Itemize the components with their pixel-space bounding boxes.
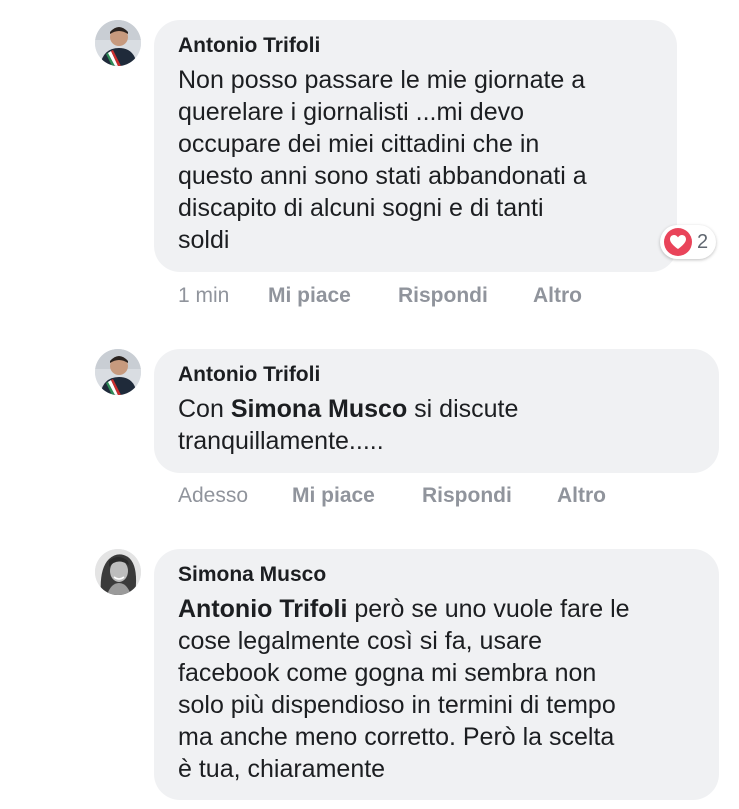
reaction-summary[interactable]: 2 bbox=[660, 225, 717, 259]
comment-text-line: facebook come gogna mi sembra non bbox=[178, 659, 597, 687]
reply-button[interactable]: Rispondi bbox=[398, 284, 488, 308]
comment-author[interactable]: Antonio Trifoli bbox=[178, 34, 653, 58]
more-button[interactable]: Altro bbox=[533, 284, 582, 308]
text-suffix: si discute bbox=[407, 395, 519, 423]
comment-bubble: Antonio Trifoli Non posso passare le mie… bbox=[154, 20, 677, 272]
heart-icon bbox=[664, 228, 692, 256]
user-avatar-icon bbox=[95, 349, 141, 395]
comment-text-line: soldi bbox=[178, 226, 230, 254]
user-avatar-icon bbox=[95, 549, 141, 595]
comment-text-line: ma anche meno corretto. Però la scelta bbox=[178, 723, 615, 751]
comment-text-line: questo anni sono stati abbandonati a bbox=[178, 162, 587, 190]
comment-text: Antonio Trifoli però se uno vuole fare l… bbox=[178, 593, 695, 785]
user-avatar-icon bbox=[95, 20, 141, 66]
avatar[interactable] bbox=[95, 349, 141, 395]
comment-timestamp: Adesso bbox=[178, 484, 249, 507]
comment-author[interactable]: Simona Musco bbox=[178, 563, 695, 587]
comment-text-line: Antonio Trifoli però se uno vuole fare l… bbox=[178, 593, 695, 625]
comment-text-line: discapito di alcuni sogni e di tanti bbox=[178, 194, 544, 222]
like-button[interactable]: Mi piace bbox=[268, 284, 351, 308]
mention-link[interactable]: Antonio Trifoli bbox=[178, 595, 347, 623]
reaction-count: 2 bbox=[697, 230, 709, 253]
comment-text-line: cose legalmente così si fa, usare bbox=[178, 627, 543, 655]
avatar[interactable] bbox=[95, 549, 141, 595]
comment-author[interactable]: Antonio Trifoli bbox=[178, 363, 695, 387]
mention-link[interactable]: Simona Musco bbox=[231, 395, 407, 423]
comment-text-line: Non posso passare le mie giornate a bbox=[178, 66, 586, 94]
reply-button[interactable]: Rispondi bbox=[422, 484, 512, 508]
comment-text: Con Simona Musco si discute tranquillame… bbox=[178, 393, 695, 457]
text-suffix: però se uno vuole fare le bbox=[347, 595, 630, 623]
comment-text: Non posso passare le mie giornate a quer… bbox=[178, 64, 653, 256]
comment-text-line: Con Simona Musco si discute bbox=[178, 393, 695, 425]
like-button[interactable]: Mi piace bbox=[292, 484, 375, 508]
text-prefix: Con bbox=[178, 395, 231, 423]
comment-text-line: tranquillamente..... bbox=[178, 427, 384, 455]
more-button[interactable]: Altro bbox=[557, 484, 606, 508]
comment-text-line: querelare i giornalisti ...mi devo bbox=[178, 98, 524, 126]
comment-text-line: occupare dei miei cittadini che in bbox=[178, 130, 540, 158]
comment-timestamp: 1 min bbox=[178, 284, 230, 307]
comment-bubble: Antonio Trifoli Con Simona Musco si disc… bbox=[154, 349, 719, 473]
comment-bubble: Simona Musco Antonio Trifoli però se uno… bbox=[154, 549, 719, 800]
comment-text-line: è tua, chiaramente bbox=[178, 755, 386, 783]
avatar[interactable] bbox=[95, 20, 141, 66]
comment-text-line: solo più dispendioso in termini di tempo bbox=[178, 691, 616, 719]
